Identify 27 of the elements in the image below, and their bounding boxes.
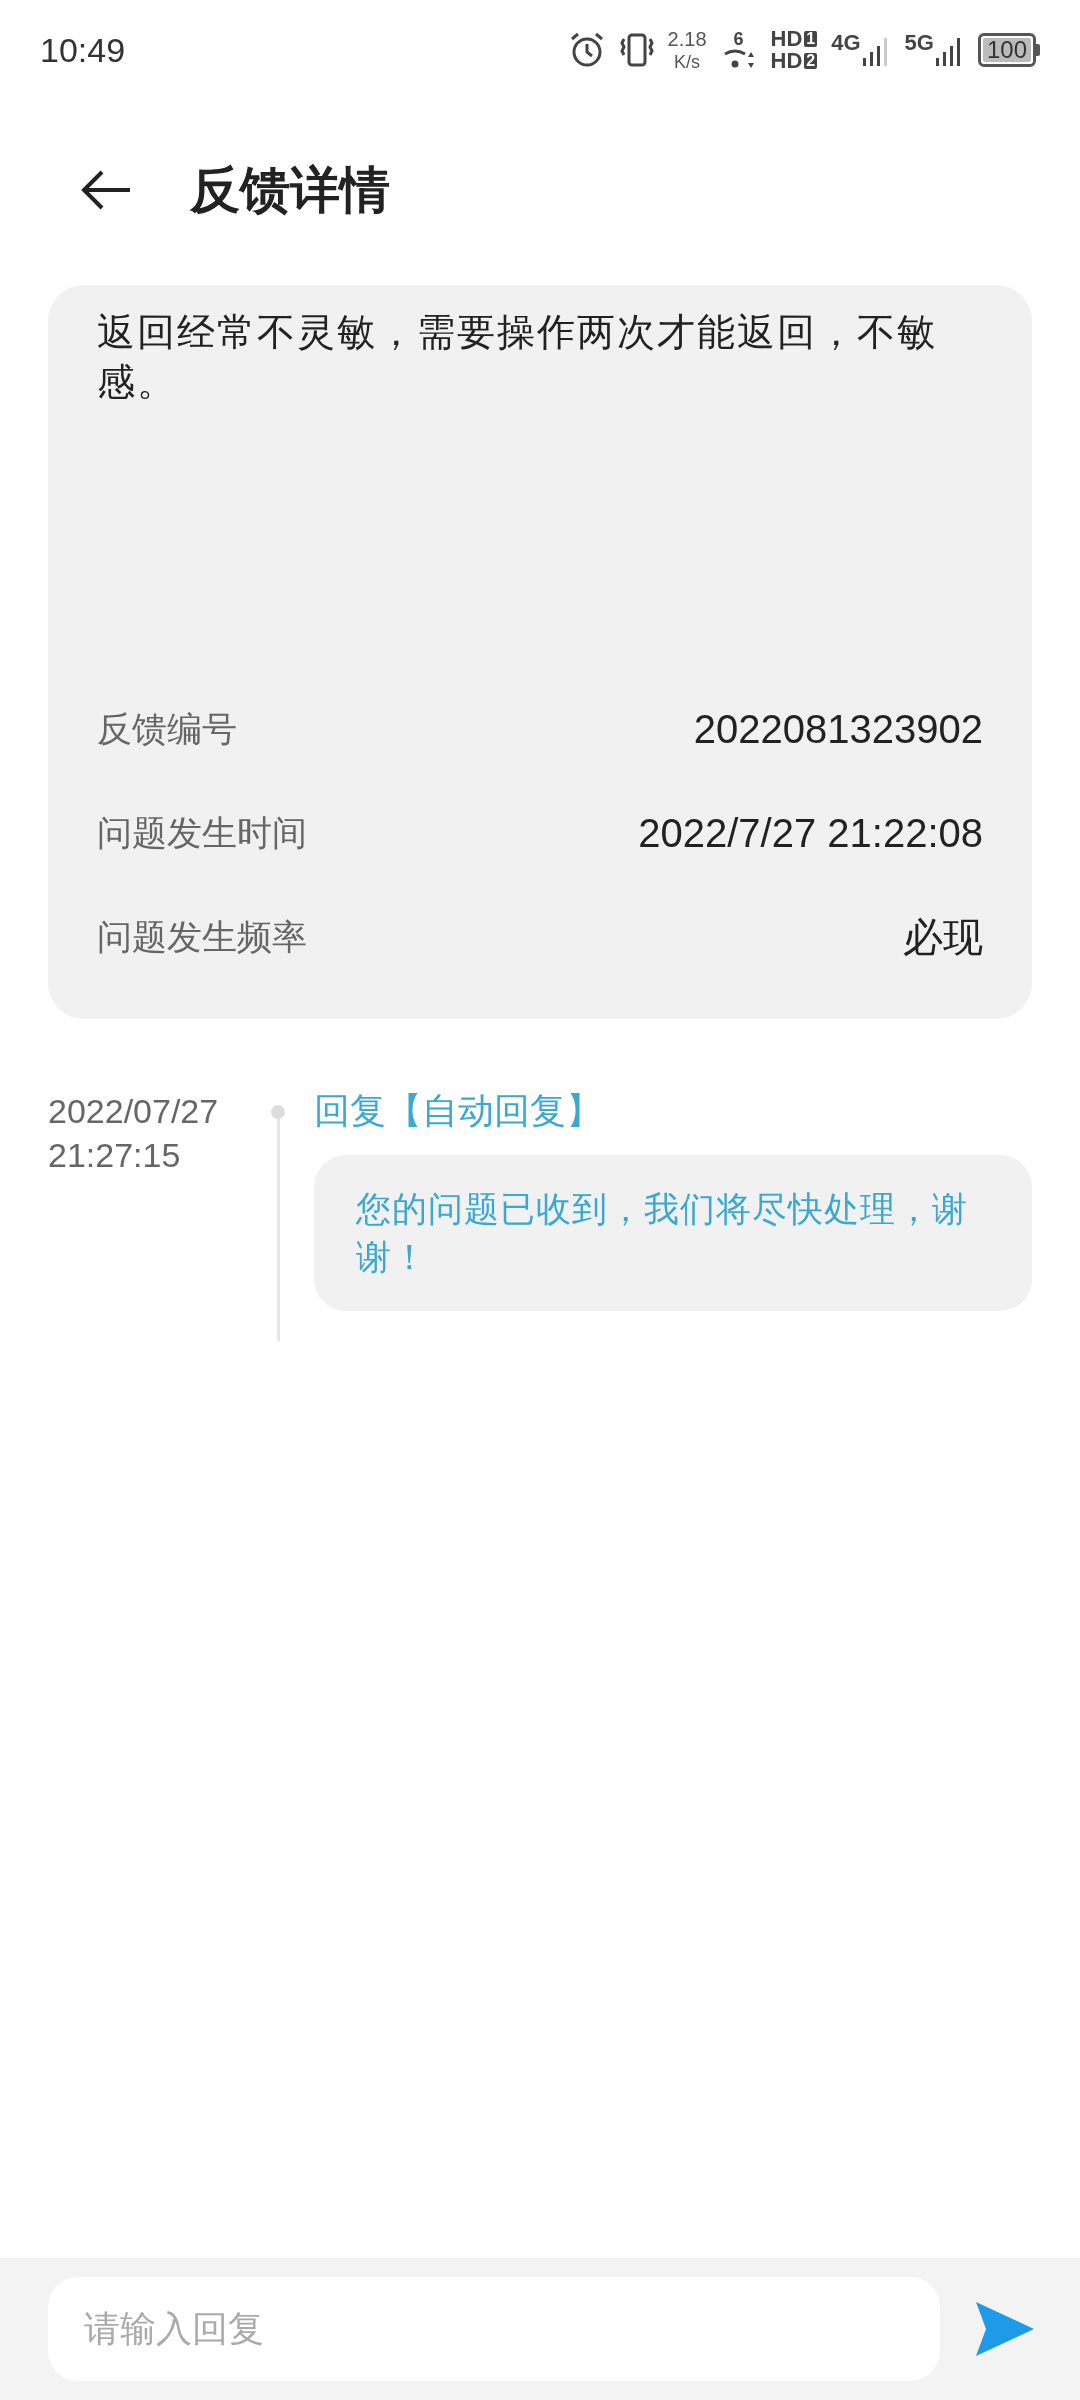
page-title: 反馈详情 bbox=[190, 160, 390, 220]
field-value: 必现 bbox=[903, 914, 983, 961]
reply-input[interactable]: 请输入回复 bbox=[48, 2277, 940, 2381]
reply-title: 回复【自动回复】 bbox=[314, 1089, 603, 1133]
sim-badge: 1 bbox=[804, 31, 818, 47]
speed-unit: K/s bbox=[674, 53, 701, 71]
network-type: 4G bbox=[831, 32, 861, 54]
field-value: 2022/7/27 21:22:08 bbox=[638, 810, 983, 857]
hd-label: HD bbox=[770, 28, 803, 50]
reply-date: 2022/07/27 bbox=[48, 1091, 220, 1132]
send-icon bbox=[974, 2300, 1036, 2358]
field-label: 问题发生频率 bbox=[97, 915, 307, 958]
field-label: 问题发生时间 bbox=[97, 811, 307, 854]
status-time: 10:49 bbox=[40, 29, 126, 71]
back-arrow-icon bbox=[80, 170, 132, 210]
hd-label: HD bbox=[770, 50, 803, 72]
reply-time: 21:27:15 bbox=[48, 1135, 182, 1176]
field-value: 2022081323902 bbox=[693, 706, 983, 753]
reply-message: 您的问题已收到，我们将尽快处理，谢谢！ bbox=[356, 1188, 969, 1278]
field-label: 反馈编号 bbox=[97, 707, 237, 750]
sim-badge: 2 bbox=[804, 53, 818, 69]
network-speed: 2.18 bbox=[667, 29, 707, 49]
feedback-description: 返回经常不灵敏，需要操作两次才能返回，不敏感。 bbox=[97, 310, 938, 405]
battery-indicator: 100 bbox=[977, 33, 1036, 67]
network-type: 5G bbox=[904, 32, 934, 54]
vibrate-icon bbox=[619, 31, 654, 69]
wifi-label: 6 bbox=[733, 30, 744, 48]
